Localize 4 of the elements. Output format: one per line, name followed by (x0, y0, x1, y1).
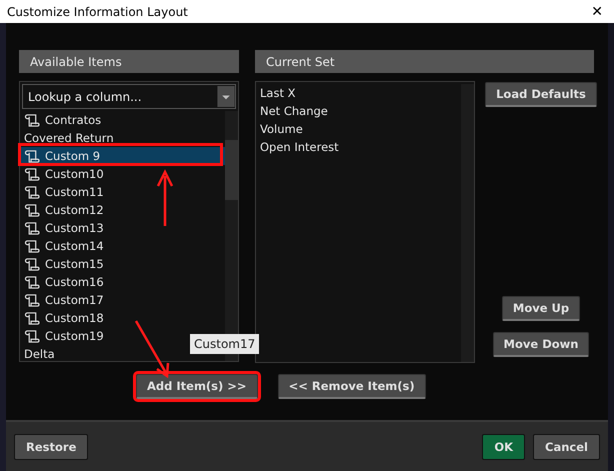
window-title: Customize Information Layout (7, 4, 188, 18)
panel-header: Current Set (255, 50, 594, 73)
tooltip: Custom17 (190, 334, 260, 354)
panel-header: Available Items (19, 50, 239, 73)
